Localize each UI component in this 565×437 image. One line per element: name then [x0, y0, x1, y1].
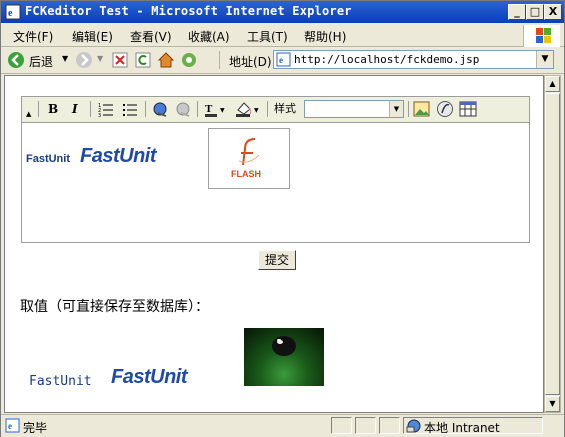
menu-favorites[interactable]: 收藏(A)	[188, 28, 230, 45]
editor-content-area[interactable]: FastUnit FastUnit FLASH	[22, 123, 529, 242]
address-input[interactable]: http://localhost/fckdemo.jsp	[294, 53, 479, 66]
unordered-list-icon[interactable]	[122, 100, 138, 118]
svg-text:T: T	[205, 103, 213, 115]
result-label: 取值（可直接保存至数据库）：	[20, 299, 209, 315]
eight-ball-image	[244, 328, 324, 386]
address-dropdown-icon[interactable]: ▼	[536, 51, 553, 68]
page-done-icon: e	[5, 418, 20, 433]
address-bar[interactable]: e http://localhost/fckdemo.jsp ▼	[273, 50, 554, 69]
vertical-scrollbar[interactable]: ▲ ▼	[544, 75, 561, 413]
svg-text:e: e	[8, 421, 12, 431]
italic-button[interactable]: I	[72, 100, 78, 118]
insert-table-icon[interactable]	[459, 100, 477, 118]
intranet-icon	[406, 419, 421, 433]
stop-icon[interactable]	[111, 51, 129, 69]
ie-icon: e	[5, 4, 21, 20]
result-fastunit-logo: FastUnit	[111, 366, 188, 388]
svg-text:▼: ▼	[254, 107, 259, 114]
svg-text:3: 3	[98, 113, 101, 118]
flash-label: FLASH	[231, 169, 261, 179]
submit-button[interactable]: 提交	[258, 250, 296, 270]
flash-f-icon	[238, 138, 260, 166]
forward-icon[interactable]	[75, 51, 93, 69]
collapse-toolbar-icon[interactable]: ▲	[26, 105, 31, 123]
editor-fastunit-logo: FastUnit	[80, 145, 157, 167]
editor-toolbar: ▲ B I 1 2 3 T ▼ ▼ 样式 ▼	[22, 97, 529, 123]
zone-panel: 本地 Intranet	[403, 417, 543, 435]
toolbar-separator	[38, 101, 39, 117]
standard-toolbar: 后退 ▼ ▼ 地址(D) e http://localhost/fckdemo.…	[1, 47, 564, 74]
zone-text: 本地 Intranet	[424, 421, 500, 435]
back-label[interactable]: 后退	[29, 53, 53, 71]
status-bar: e 完毕 本地 Intranet	[1, 414, 564, 437]
style-dropdown-icon[interactable]: ▼	[389, 101, 403, 117]
menu-view[interactable]: 查看(V)	[130, 28, 172, 45]
style-label: 样式	[274, 102, 296, 115]
scroll-down-icon[interactable]: ▼	[545, 396, 560, 412]
browser-window: e FCKeditor Test - Microsoft Internet Ex…	[0, 0, 565, 437]
favorites-icon[interactable]	[180, 51, 198, 69]
back-dropdown-icon[interactable]: ▼	[62, 54, 68, 72]
toolbar-separator	[145, 101, 146, 117]
window-title: FCKeditor Test - Microsoft Internet Expl…	[25, 4, 352, 18]
svg-text:e: e	[279, 55, 283, 65]
page-icon: e	[276, 52, 291, 67]
text-color-icon[interactable]: T ▼	[204, 100, 228, 118]
title-bar[interactable]: e FCKeditor Test - Microsoft Internet Ex…	[1, 1, 564, 23]
insert-flash-icon[interactable]	[436, 100, 454, 118]
menu-help[interactable]: 帮助(H)	[304, 28, 346, 45]
maximize-button[interactable]: □	[526, 4, 544, 20]
toolbar-separator	[408, 101, 409, 117]
minimize-button[interactable]: _	[508, 4, 526, 20]
menu-file[interactable]: 文件(F)	[13, 28, 53, 45]
address-label: 地址(D)	[229, 55, 272, 69]
close-button[interactable]: X	[544, 4, 562, 20]
insert-link-icon[interactable]	[152, 100, 170, 118]
background-color-icon[interactable]: ▼	[235, 100, 263, 118]
back-icon[interactable]	[7, 51, 25, 69]
toolbar-separator	[197, 101, 198, 117]
scroll-up-icon[interactable]: ▲	[545, 76, 560, 92]
home-icon[interactable]	[157, 51, 175, 69]
status-panel	[379, 417, 400, 434]
forward-dropdown-icon[interactable]: ▼	[97, 54, 103, 72]
billiard-ball-icon	[272, 336, 296, 356]
bold-button[interactable]: B	[48, 100, 58, 118]
windows-logo-icon	[523, 25, 560, 47]
fckeditor: ▲ B I 1 2 3 T ▼ ▼ 样式 ▼ FastUnit FastUnit…	[21, 96, 530, 243]
menu-tools[interactable]: 工具(T)	[247, 28, 288, 45]
menu-bar: 文件(F) 编辑(E) 查看(V) 收藏(A) 工具(T) 帮助(H)	[1, 24, 564, 47]
remove-link-icon[interactable]	[175, 100, 193, 118]
style-select[interactable]: ▼	[304, 100, 404, 118]
refresh-icon[interactable]	[134, 51, 152, 69]
result-fastunit-text: FastUnit	[29, 374, 92, 389]
toolbar-separator	[219, 51, 220, 69]
flash-placeholder[interactable]: FLASH	[208, 128, 290, 189]
scroll-thumb[interactable]	[545, 93, 560, 395]
toolbar-separator	[267, 101, 268, 117]
ordered-list-icon[interactable]: 1 2 3	[98, 100, 114, 118]
editor-fastunit-text: FastUnit	[26, 153, 70, 165]
status-panel	[355, 417, 376, 434]
menu-edit[interactable]: 编辑(E)	[72, 28, 113, 45]
svg-text:e: e	[8, 8, 13, 19]
svg-text:▼: ▼	[220, 107, 225, 114]
page-content: ▲ B I 1 2 3 T ▼ ▼ 样式 ▼ FastUnit FastUnit…	[4, 75, 544, 413]
toolbar-separator	[90, 101, 91, 117]
status-panel	[331, 417, 352, 434]
status-text: 完毕	[23, 421, 48, 435]
insert-image-icon[interactable]	[413, 100, 431, 118]
